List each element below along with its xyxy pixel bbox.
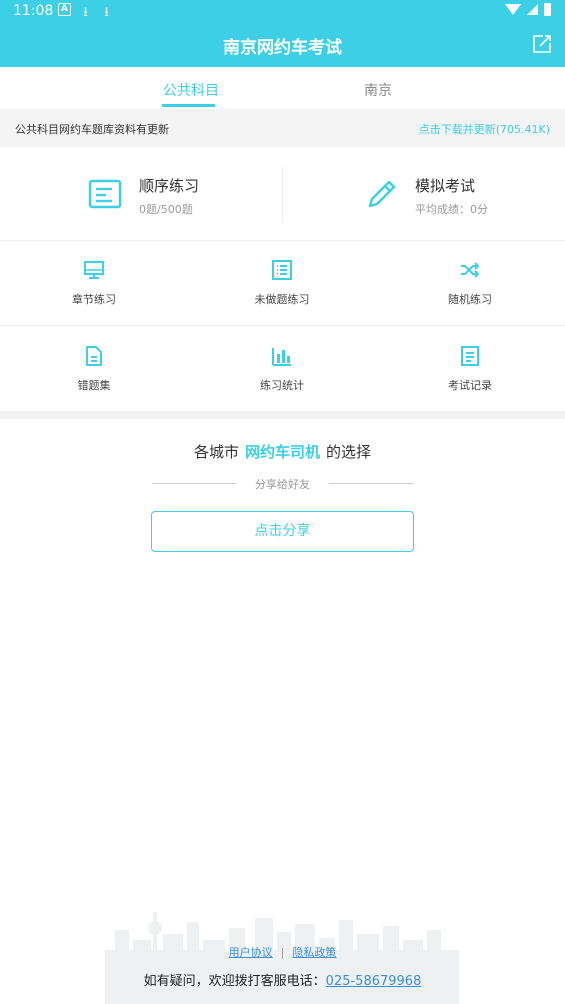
document-list-icon [88, 179, 122, 209]
user-agreement-link[interactable]: 用户协议 [229, 946, 273, 959]
status-system-icons [505, 3, 551, 16]
download-icon: ⭳ [104, 5, 109, 20]
edit-share-icon[interactable] [531, 33, 553, 55]
practice-stats-button[interactable]: 练习统计 [188, 327, 376, 412]
sequential-practice-title: 顺序练习 [139, 177, 200, 195]
undone-practice-button[interactable]: 未做题练习 [188, 241, 376, 326]
footer-separator: | [280, 946, 285, 959]
update-notice-text: 公共科目网约车题库资料有更新 [15, 123, 169, 136]
status-notification-icons: A ⭳ ⭳ [58, 3, 113, 25]
signal-icon [527, 4, 538, 15]
file-icon [86, 346, 102, 366]
battery-icon [544, 3, 551, 16]
exam-records-label: 考试记录 [448, 379, 492, 392]
footer-links: 用户协议 | 隐私政策 [0, 944, 565, 960]
contact-text: 如有疑问，欢迎拨打客服电话： [143, 974, 326, 989]
share-headline: 各城市 网约车司机 的选择 [0, 441, 565, 462]
chapter-practice-label: 章节练习 [72, 293, 116, 306]
practice-grid-row-2: 错题集 练习统计 考试记录 [0, 327, 565, 412]
chapter-practice-button[interactable]: 章节练习 [0, 241, 188, 326]
app-header: 11:08 A ⭳ ⭳ 南京网约车考试 [0, 0, 565, 67]
exam-records-button[interactable]: 考试记录 [376, 327, 564, 412]
random-practice-label: 随机练习 [448, 293, 492, 306]
share-button[interactable]: 点击分享 [151, 511, 414, 552]
practice-grid-row-1: 章节练习 未做题练习 随机练习 [0, 241, 565, 326]
pencil-icon [368, 180, 396, 208]
shuffle-icon [461, 262, 480, 278]
share-headline-prefix: 各城市 [193, 443, 239, 461]
share-headline-suffix: 的选择 [326, 443, 372, 461]
mock-exam-title: 模拟考试 [415, 177, 476, 195]
page-title: 南京网约车考试 [223, 38, 342, 58]
support-phone-link[interactable]: 025-58679968 [326, 974, 422, 989]
mock-exam-average: 平均成绩：0分 [415, 203, 488, 216]
practice-stats-label: 练习统计 [260, 379, 304, 392]
share-subtitle: 分享给好友 [255, 478, 310, 491]
monitor-icon [84, 261, 104, 279]
active-tab-indicator [162, 104, 215, 107]
record-icon [461, 346, 479, 366]
bar-chart-icon [272, 348, 291, 366]
random-practice-button[interactable]: 随机练习 [376, 241, 564, 326]
subject-tabs: 公共科目 南京 [0, 67, 565, 109]
privacy-policy-link[interactable]: 隐私政策 [292, 946, 336, 959]
section-separator [0, 412, 565, 419]
wrong-questions-label: 错题集 [77, 379, 111, 392]
sequential-practice-progress: 0题/500题 [139, 203, 193, 216]
tab-public-subject[interactable]: 公共科目 [163, 80, 219, 100]
footer-contact: 如有疑问，欢迎拨打客服电话：025-58679968 [0, 970, 565, 989]
status-bar: 11:08 A ⭳ ⭳ [0, 0, 565, 24]
app-notification-icon: A [58, 3, 71, 16]
share-headline-highlight: 网约车司机 [244, 443, 320, 461]
tab-nanjing[interactable]: 南京 [364, 80, 392, 100]
wrong-questions-button[interactable]: 错题集 [0, 327, 188, 412]
mock-exam-button[interactable]: 模拟考试 平均成绩：0分 [283, 147, 565, 241]
main-actions: 顺序练习 0题/500题 模拟考试 平均成绩：0分 [0, 147, 565, 241]
list-icon [272, 260, 292, 280]
wifi-icon [505, 4, 521, 15]
download-update-link[interactable]: 点击下载并更新(705.41K) [419, 121, 550, 137]
update-notice: 公共科目网约车题库资料有更新 点击下载并更新(705.41K) [0, 109, 565, 147]
status-time: 11:08 [13, 3, 54, 19]
undone-practice-label: 未做题练习 [254, 293, 310, 306]
download-icon: ⭳ [83, 5, 88, 20]
sequential-practice-button[interactable]: 顺序练习 0题/500题 [0, 147, 282, 241]
